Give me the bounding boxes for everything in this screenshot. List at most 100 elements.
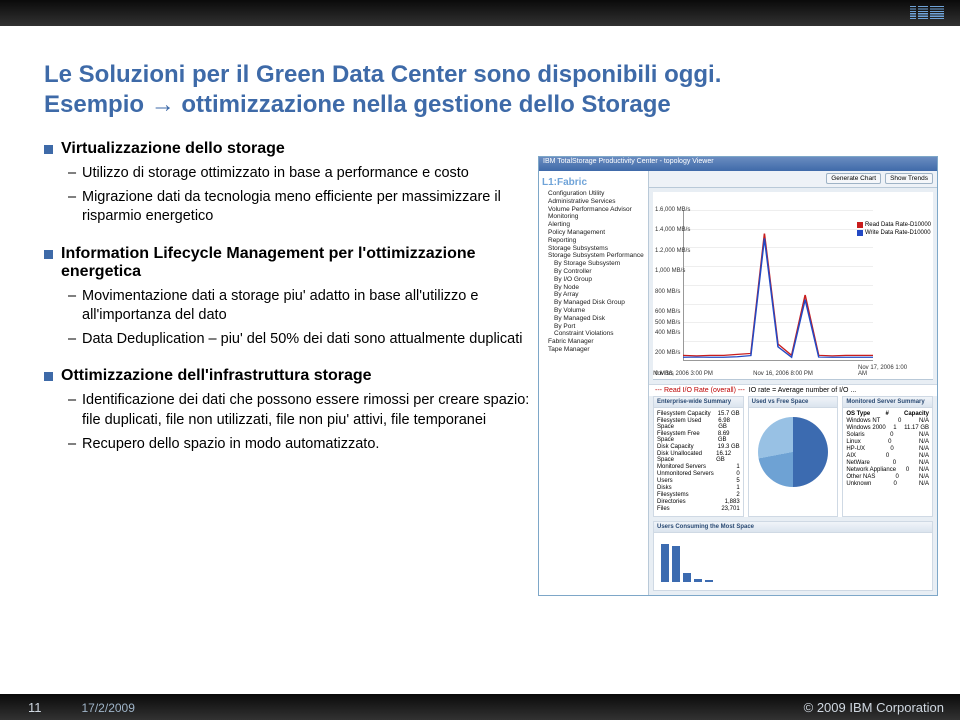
page-number: 11 <box>28 700 42 715</box>
tree-node[interactable]: By Volume <box>542 307 645 315</box>
monitored-row: HP-UX0N/A <box>846 446 929 452</box>
nav-tree[interactable]: L1:Fabric Configuration UtilityAdministr… <box>539 171 649 595</box>
y-tick: 500 MB/s <box>655 320 680 326</box>
footer-copyright: © 2009 IBM Corporation <box>804 700 944 715</box>
usage-bars <box>657 536 929 586</box>
footer-date: 17/2/2009 <box>82 701 135 715</box>
bullet-1-heading: Virtualizzazione dello storage <box>61 140 285 158</box>
summary-row: Files23,701 <box>657 506 740 512</box>
bullet-3-sub-1: Identificazione dei dati che possono ess… <box>68 391 544 430</box>
tree-node[interactable]: Tape Manager <box>542 346 645 354</box>
y-tick: 400 MB/s <box>655 330 680 336</box>
summary-row: Disk Capacity19.3 GB <box>657 444 740 450</box>
tree-node[interactable]: Storage Subsystem Performance <box>542 252 645 260</box>
monitored-row: Windows 2000111.17 GB <box>846 425 929 431</box>
tree-node[interactable]: Configuration Utility <box>542 190 645 198</box>
footer-bar: 11 17/2/2009 © 2009 IBM Corporation <box>0 694 960 720</box>
summary-row: Disks1 <box>657 485 740 491</box>
monitored-row: Solaris0N/A <box>846 432 929 438</box>
tree-node[interactable]: Policy Management <box>542 229 645 237</box>
y-tick: 1,000 MB/s <box>655 268 685 274</box>
tree-node[interactable]: By I/O Group <box>542 276 645 284</box>
bullet-1-sub-2: Migrazione dati da tecnologia meno effic… <box>68 188 544 227</box>
summary-row: Filesystem Used Space6.98 GB <box>657 418 740 430</box>
bullet-2: Information Lifecycle Management per l'o… <box>44 245 544 350</box>
bullet-2-heading: Information Lifecycle Management per l'o… <box>61 245 544 281</box>
bullet-square-icon <box>44 145 53 154</box>
summary-panel: Enterprise-wide Summary Filesystem Capac… <box>653 396 744 517</box>
tree-node[interactable]: By Port <box>542 323 645 331</box>
monitored-row: Windows NT0N/A <box>846 418 929 424</box>
summary-row: Directories1,883 <box>657 499 740 505</box>
chart-toolbar: Generate Chart Show Trends <box>649 171 937 188</box>
bullet-2-sub-1: Movimentazione dati a storage piu' adatt… <box>68 287 544 326</box>
summary-row: Filesystems2 <box>657 492 740 498</box>
tree-node[interactable]: By Node <box>542 284 645 292</box>
monitored-header: OS Type#Capacity <box>846 411 929 417</box>
x-tick: Nov 16, 2006 3:00 PM <box>653 371 713 377</box>
summary-row: Disk Unallocated Space16.12 GB <box>657 451 740 463</box>
monitored-row: AIX0N/A <box>846 453 929 459</box>
tree-node[interactable]: Storage Subsystems <box>542 245 645 253</box>
dashboard-row-2: Users Consuming the Most Space <box>653 521 933 591</box>
tree-node[interactable]: Fabric Manager <box>542 338 645 346</box>
header-bar <box>0 0 960 26</box>
monitored-panel: Monitored Server Summary OS Type#Capacit… <box>842 396 933 517</box>
pie-chart <box>758 417 828 487</box>
summary-row: Monitored Servers1 <box>657 464 740 470</box>
dashboard-row: Enterprise-wide Summary Filesystem Capac… <box>653 396 933 517</box>
tree-node[interactable]: Constraint Violations <box>542 330 645 338</box>
monitored-row: NetWare0N/A <box>846 460 929 466</box>
pie-panel: Used vs Free Space <box>748 396 839 517</box>
tree-node[interactable]: Alerting <box>542 221 645 229</box>
generate-chart-button[interactable]: Generate Chart <box>826 173 881 184</box>
chart-svg <box>683 210 873 361</box>
iorate-label: IO rate = Average number of I/O ... <box>749 387 856 394</box>
app-window-title: IBM TotalStorage Productivity Center - t… <box>539 157 937 171</box>
tree-node[interactable]: By Storage Subsystem <box>542 260 645 268</box>
chart-caption: --- Read I/O Rate (overall) --- IO rate … <box>649 384 937 396</box>
monitored-title: Monitored Server Summary <box>843 397 932 408</box>
pie-title: Used vs Free Space <box>749 397 838 408</box>
summary-row: Filesystem Capacity15.7 GB <box>657 411 740 417</box>
read-io-label: --- Read I/O Rate (overall) --- <box>655 387 745 394</box>
app-screenshot: IBM TotalStorage Productivity Center - t… <box>538 156 938 596</box>
legend-0: Read Data Rate-D10000 <box>865 222 931 228</box>
y-tick: 800 MB/s <box>655 289 680 295</box>
monitored-row: Unknown0N/A <box>846 481 929 487</box>
bullet-3-heading: Ottimizzazione dell'infrastruttura stora… <box>61 367 372 385</box>
bullet-square-icon <box>44 250 53 259</box>
bullet-2-sub-2: Data Deduplication – piu' del 50% dei da… <box>68 330 544 350</box>
y-tick: 600 MB/s <box>655 309 680 315</box>
bullet-3: Ottimizzazione dell'infrastruttura stora… <box>44 367 544 454</box>
title-line-2: Esempio → ottimizzazione nella gestione … <box>44 90 916 120</box>
tree-node[interactable]: Administrative Services <box>542 198 645 206</box>
bullet-1-sub-1: Utilizzo di storage ottimizzato in base … <box>68 164 544 184</box>
performance-chart: Read Data Rate-D10000 Write Data Rate-D1… <box>653 192 933 380</box>
tree-node[interactable]: By Controller <box>542 268 645 276</box>
y-tick: 200 MB/s <box>655 350 680 356</box>
summary-title: Enterprise-wide Summary <box>654 397 743 408</box>
tree-node[interactable]: By Managed Disk Group <box>542 299 645 307</box>
show-trends-button[interactable]: Show Trends <box>885 173 933 184</box>
tree-node[interactable]: By Managed Disk <box>542 315 645 323</box>
y-tick: 1.2,000 MB/s <box>655 248 690 254</box>
monitored-row: Linux0N/A <box>846 439 929 445</box>
tree-node[interactable]: Reporting <box>542 237 645 245</box>
tree-section-label: L1:Fabric <box>542 177 645 189</box>
usage-panel: Users Consuming the Most Space <box>653 521 933 591</box>
bullet-list: Virtualizzazione dello storage Utilizzo … <box>44 140 544 454</box>
summary-row: Unmonitored Servers0 <box>657 471 740 477</box>
y-tick: 1.4,000 MB/s <box>655 227 690 233</box>
summary-row: Filesystem Free Space8.69 GB <box>657 431 740 443</box>
monitored-row: Network Appliance0N/A <box>846 467 929 473</box>
bullet-3-sub-2: Recupero dello spazio in modo automatizz… <box>68 435 544 455</box>
tree-node[interactable]: By Array <box>542 291 645 299</box>
bullet-square-icon <box>44 372 53 381</box>
legend-1: Write Data Rate-D10000 <box>865 230 931 236</box>
tree-node[interactable]: Volume Performance Advisor <box>542 206 645 214</box>
x-tick: Nov 17, 2006 1:00 AM <box>858 365 908 377</box>
title-line-1: Le Soluzioni per il Green Data Center so… <box>44 60 916 90</box>
tree-node[interactable]: Monitoring <box>542 213 645 221</box>
monitored-row: Other NAS0N/A <box>846 474 929 480</box>
